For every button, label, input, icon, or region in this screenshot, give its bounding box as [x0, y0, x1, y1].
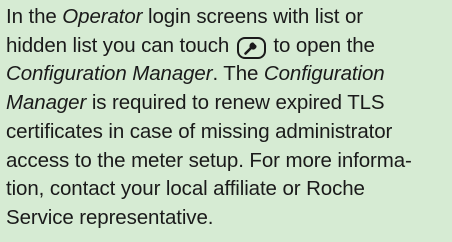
line-3: Configuration Manager. The Configuration — [6, 62, 385, 86]
line-2: hidden list you can touch to open the — [6, 33, 375, 59]
line-8: Service representative. — [6, 205, 214, 229]
line-6: access to the meter setup. For more info… — [6, 148, 412, 172]
line-5: certificates in case of missing administ… — [6, 119, 393, 143]
line-4: Manager is required to renew expired TLS — [6, 91, 385, 115]
manager-term: Manager — [6, 91, 87, 115]
operator-term: Operator — [62, 5, 143, 28]
wrench-icon — [236, 36, 266, 59]
note-paragraph: In the Operator login screens with list … — [6, 3, 446, 233]
line-1: In the Operator login screens with list … — [6, 5, 364, 28]
note-box: In the Operator login screens with list … — [0, 0, 452, 242]
line-7: tion, contact your local affiliate or Ro… — [6, 177, 365, 201]
configuration-term: Configuration — [263, 62, 385, 86]
configuration-manager-term: Configuration Manager — [6, 62, 213, 86]
